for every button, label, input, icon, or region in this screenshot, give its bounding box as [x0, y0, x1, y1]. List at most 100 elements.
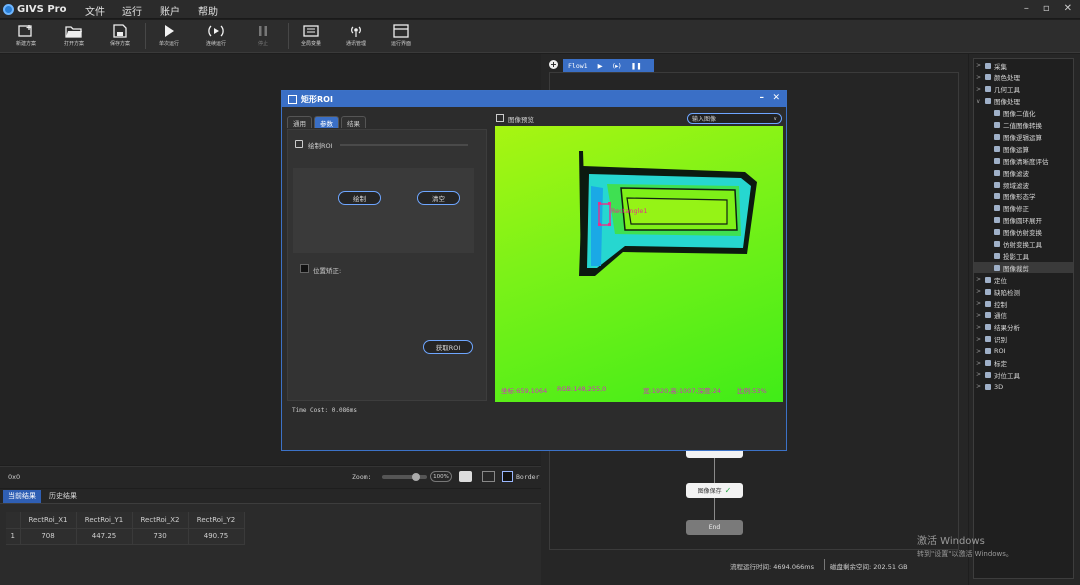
- toolbar: 新建方案 打开方案 保存方案 单次运行 连续运行 停止 全局变量 通讯管理 运行…: [0, 20, 1080, 53]
- draw-roi-label: 绘制ROI: [308, 142, 333, 150]
- tree-item-label: 图像仿射变换: [1003, 229, 1042, 238]
- tab-results[interactable]: 结果: [341, 116, 366, 128]
- tree-item-label: 二值图像转换: [1003, 122, 1042, 130]
- tree-item[interactable]: 图像形态学: [994, 191, 1036, 202]
- global-variable-button[interactable]: 全局变量: [292, 22, 330, 52]
- expand-arrow-icon[interactable]: >: [976, 336, 982, 343]
- image-preview[interactable]: Rectangle1 坐标:659,1064 RGB:148,255,0 宽:1…: [495, 126, 783, 402]
- tree-item[interactable]: > 识别: [976, 334, 1007, 345]
- continuous-run-button[interactable]: 连续运行: [197, 22, 235, 52]
- tree-item[interactable]: 图像裁剪: [974, 262, 1073, 274]
- zoom-value[interactable]: 100%: [430, 471, 452, 482]
- tree-item[interactable]: 图像仿射变换: [994, 227, 1042, 238]
- tree-item[interactable]: 图像二值化: [994, 108, 1036, 119]
- tree-item[interactable]: > 采集: [976, 60, 1007, 71]
- expand-arrow-icon[interactable]: >: [976, 86, 982, 93]
- menu-file[interactable]: 文件: [85, 3, 105, 18]
- tree-item[interactable]: 图像滤波: [994, 167, 1029, 178]
- tree-item[interactable]: 图像运算: [994, 143, 1029, 154]
- tool-icon: [994, 193, 1000, 200]
- minimize-icon[interactable]: –: [1024, 3, 1029, 14]
- flow-run-icon[interactable]: ▶: [598, 62, 603, 70]
- position-correction-checkbox[interactable]: [300, 264, 309, 273]
- save-solution-button[interactable]: 保存方案: [101, 22, 139, 52]
- expand-arrow-icon[interactable]: >: [976, 360, 982, 367]
- tree-item[interactable]: 频域滤波: [994, 179, 1029, 190]
- expand-arrow-icon[interactable]: >: [976, 276, 982, 283]
- flow-node-image-save[interactable]: 图像保存 ✓: [686, 483, 743, 498]
- tab-history-results[interactable]: 历史结果: [44, 490, 82, 503]
- expand-arrow-icon[interactable]: >: [976, 62, 982, 69]
- menu-run[interactable]: 运行: [122, 3, 142, 18]
- tree-item-label: 图像圆环展开: [1003, 217, 1042, 226]
- dialog-title-bar[interactable]: 矩形ROI – ✕: [282, 91, 786, 107]
- expand-arrow-icon[interactable]: >: [976, 300, 982, 307]
- flow-pause-icon[interactable]: ❚❚: [631, 62, 642, 70]
- tree-item[interactable]: > 缺陷检测: [976, 286, 1020, 297]
- tab-parameters[interactable]: 参数: [314, 116, 339, 128]
- fit-image-icon[interactable]: [459, 471, 472, 482]
- tool-icon: [994, 264, 1000, 271]
- open-solution-button[interactable]: 打开方案: [55, 22, 93, 52]
- dialog-close-icon[interactable]: ✕: [772, 93, 780, 103]
- tree-item[interactable]: > 颜色处理: [976, 72, 1020, 83]
- expand-arrow-icon[interactable]: >: [976, 324, 982, 331]
- tree-item[interactable]: 仿射变换工具: [994, 239, 1042, 250]
- zoom-slider-handle[interactable]: [412, 473, 420, 481]
- expand-arrow-icon[interactable]: ∨: [976, 98, 982, 105]
- tree-item[interactable]: > 标定: [976, 358, 1007, 369]
- expand-arrow-icon[interactable]: >: [976, 74, 982, 81]
- zoom-slider[interactable]: [382, 473, 427, 481]
- grid-toggle-icon[interactable]: [482, 471, 495, 482]
- clear-button[interactable]: 清空: [417, 191, 460, 205]
- tree-item[interactable]: > 控制: [976, 298, 1007, 309]
- app-logo: GIVS Pro: [3, 2, 66, 17]
- new-solution-button[interactable]: 新建方案: [7, 22, 45, 52]
- tool-tree: > 采集 > 颜色处理 > 几何工具 ∨ 图像处理 图像二值化 二值图像转换 图像逻辑运算 图像运算图…: [973, 58, 1074, 579]
- tree-item[interactable]: 图像圆环展开: [994, 215, 1042, 226]
- expand-arrow-icon[interactable]: >: [976, 371, 982, 378]
- tree-item[interactable]: > 定位: [976, 274, 1007, 285]
- tree-item[interactable]: 图像修正: [994, 203, 1029, 214]
- tree-item-label: 图像逻辑运算: [1003, 133, 1042, 142]
- run-interface-button[interactable]: 运行界面: [382, 22, 420, 52]
- tree-item[interactable]: 图像逻辑运算: [994, 131, 1042, 142]
- time-cost: Time Cost: 0.086ms: [292, 407, 358, 414]
- border-checkbox[interactable]: [502, 471, 513, 482]
- tab-current-results[interactable]: 当前结果: [3, 490, 41, 503]
- tree-item[interactable]: ∨ 图像处理: [976, 96, 1020, 107]
- close-icon[interactable]: ✕: [1064, 3, 1072, 14]
- tree-item[interactable]: > 几何工具: [976, 84, 1020, 95]
- draw-button[interactable]: 绘制: [338, 191, 381, 205]
- tree-item[interactable]: 二值图像转换: [994, 120, 1042, 131]
- expand-arrow-icon[interactable]: >: [976, 288, 982, 295]
- menu-help[interactable]: 帮助: [198, 3, 218, 18]
- flow-continuous-icon[interactable]: (▸): [613, 62, 621, 70]
- flow-tab[interactable]: Flow1 ▶ (▸) ❚❚: [563, 59, 654, 72]
- single-run-button[interactable]: 单次运行: [150, 22, 188, 52]
- input-image-select[interactable]: 输入图像 ∨: [687, 113, 782, 124]
- expand-arrow-icon[interactable]: >: [976, 312, 982, 319]
- flow-node-end[interactable]: End: [686, 520, 743, 535]
- tree-item[interactable]: > 通信: [976, 310, 1007, 321]
- tree-item[interactable]: 投影工具: [994, 250, 1029, 261]
- expand-arrow-icon[interactable]: >: [976, 348, 982, 355]
- tree-item[interactable]: > ROI: [976, 346, 1006, 357]
- table-row[interactable]: 1 708 447.25 730 490.75: [6, 528, 245, 545]
- menu-account[interactable]: 账户: [160, 3, 180, 18]
- open-folder-icon: [65, 22, 83, 40]
- tree-item[interactable]: > 对位工具: [976, 369, 1020, 380]
- maximize-icon[interactable]: ▫: [1043, 3, 1050, 14]
- communication-button[interactable]: 通讯管理: [337, 22, 375, 52]
- expand-arrow-icon[interactable]: >: [976, 383, 982, 390]
- table-cell: 730: [132, 528, 189, 545]
- tree-item[interactable]: > 结果分析: [976, 322, 1020, 333]
- tab-general[interactable]: 通用: [287, 116, 312, 128]
- get-roi-button[interactable]: 获取ROI: [423, 340, 473, 354]
- stop-button[interactable]: 停止: [244, 22, 282, 52]
- tree-item[interactable]: >3D: [976, 381, 1003, 392]
- add-flow-icon[interactable]: +: [549, 60, 558, 69]
- dialog-minimize-icon[interactable]: –: [760, 93, 765, 103]
- tree-item[interactable]: 图像清晰度评估: [994, 155, 1049, 166]
- tool-icon: [985, 300, 991, 307]
